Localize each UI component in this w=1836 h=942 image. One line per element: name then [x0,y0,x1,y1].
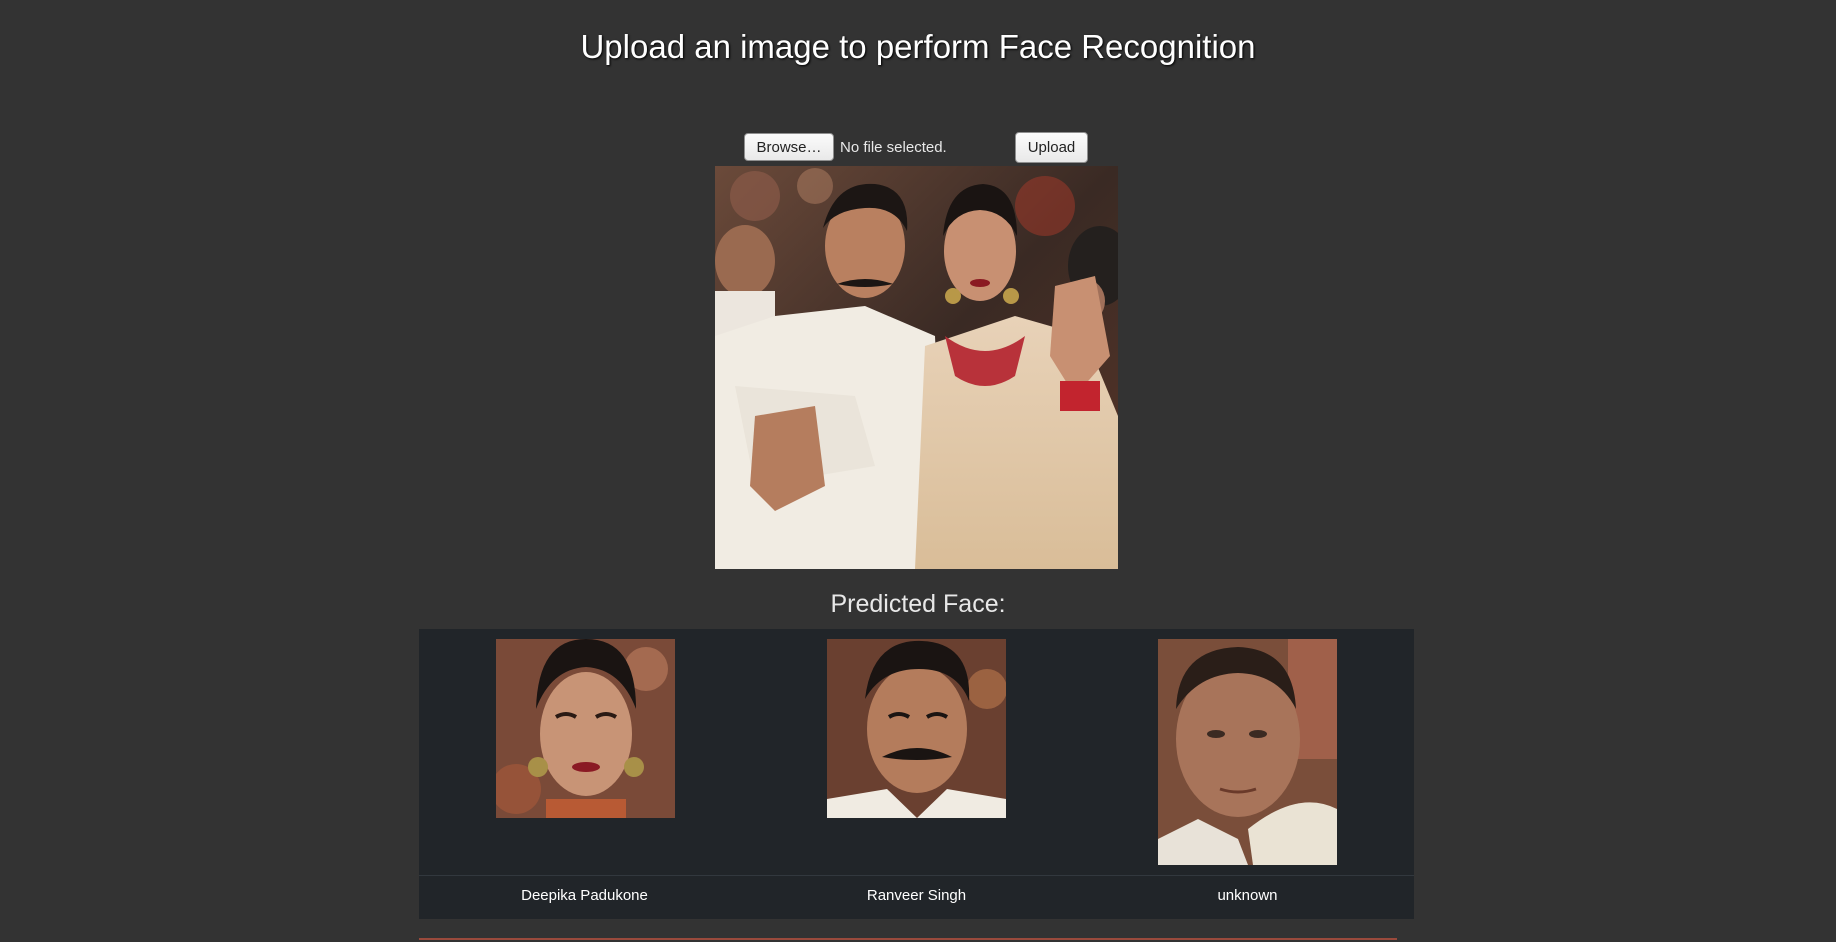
uploaded-photo [715,166,1118,569]
face-cell-2 [827,639,1006,818]
faces-row [419,629,1414,876]
results-table: Deepika Padukone Ranveer Singh unknown [419,629,1414,919]
upload-form: Browse… No file selected. Upload [744,132,1089,163]
face-name-label: Deepika Padukone [521,887,648,904]
face-cell-3 [1158,639,1337,865]
face-name-label: Ranveer Singh [866,887,967,904]
predicted-face-heading: Predicted Face: [830,590,1006,618]
page-title: Upload an image to perform Face Recognit… [580,28,1256,65]
upload-button[interactable]: Upload [1015,132,1088,163]
page: Upload an image to perform Face Recognit… [0,0,1836,942]
face-thumbnail-unknown [1158,639,1337,865]
file-status-text: No file selected. [840,139,947,156]
face-thumbnail-deepika [496,639,675,818]
face-thumbnail-ranveer [827,639,1006,818]
browse-button[interactable]: Browse… [744,133,834,161]
names-row: Deepika Padukone Ranveer Singh unknown [419,876,1414,919]
face-cell-1 [496,639,675,818]
bottom-divider [419,938,1397,940]
face-name-label: unknown [1217,887,1278,904]
